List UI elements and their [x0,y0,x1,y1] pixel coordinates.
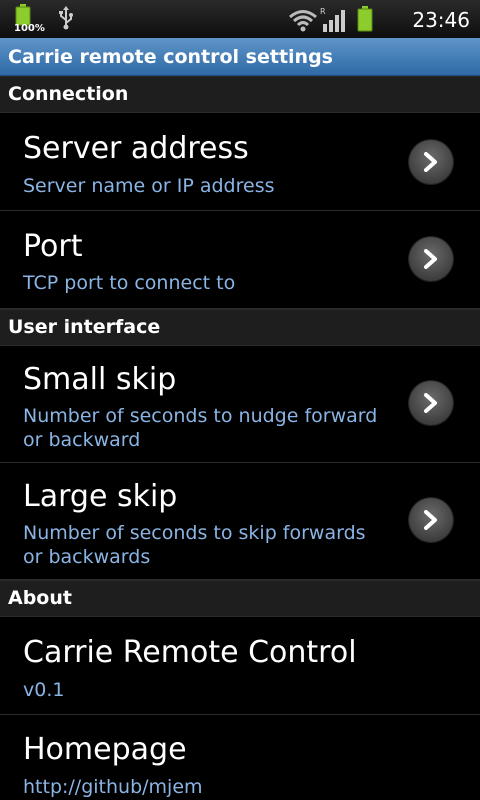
pref-large-skip[interactable]: Large skip Number of seconds to skip for… [0,463,480,580]
pref-summary: TCP port to connect to [23,272,236,294]
pref-title: Carrie Remote Control [23,635,357,670]
wifi-icon [288,8,318,36]
pref-server-address[interactable]: Server address Server name or IP address [0,113,480,211]
title-bar: Carrie remote control settings [0,38,480,76]
pref-app-version[interactable]: Carrie Remote Control v0.1 [0,617,480,715]
pref-title: Port [23,229,83,264]
chevron-right-icon[interactable] [409,381,453,425]
pref-summary: Number of seconds to skip forwards or ba… [23,522,366,568]
pref-summary: v0.1 [23,679,65,701]
pref-title: Homepage [23,732,187,767]
status-bar-right: R 23:46 [288,4,470,36]
battery-icon [356,6,374,36]
roaming-label: R [320,7,326,16]
chevron-right-icon[interactable] [409,237,453,281]
pref-port[interactable]: Port TCP port to connect to [0,211,480,309]
section-header-user-interface: User interface [0,309,480,346]
page-title: Carrie remote control settings [8,46,333,68]
section-header-label: About [8,587,72,609]
status-clock: 23:46 [412,8,470,32]
pref-summary: Number of seconds to nudge forward or ba… [23,405,378,451]
section-header-about: About [0,580,480,617]
section-header-connection: Connection [0,76,480,113]
usb-icon [58,6,74,34]
chevron-right-icon[interactable] [409,140,453,184]
section-header-label: Connection [8,83,129,105]
signal-icon: R [320,6,346,38]
battery-percent: 100% [14,23,45,34]
pref-title: Server address [23,131,249,166]
section-header-label: User interface [8,316,161,338]
chevron-right-icon[interactable] [409,498,453,542]
homepage-link[interactable]: http://github/mjem [23,775,391,799]
pref-title: Small skip [23,362,177,397]
pref-title: Large skip [23,479,178,514]
pref-small-skip[interactable]: Small skip Number of seconds to nudge fo… [0,346,480,463]
pref-homepage[interactable]: Homepage http://github/mjem [0,715,480,800]
pref-summary: Server name or IP address [23,175,275,197]
status-bar: 100% R 23:46 [0,0,480,39]
